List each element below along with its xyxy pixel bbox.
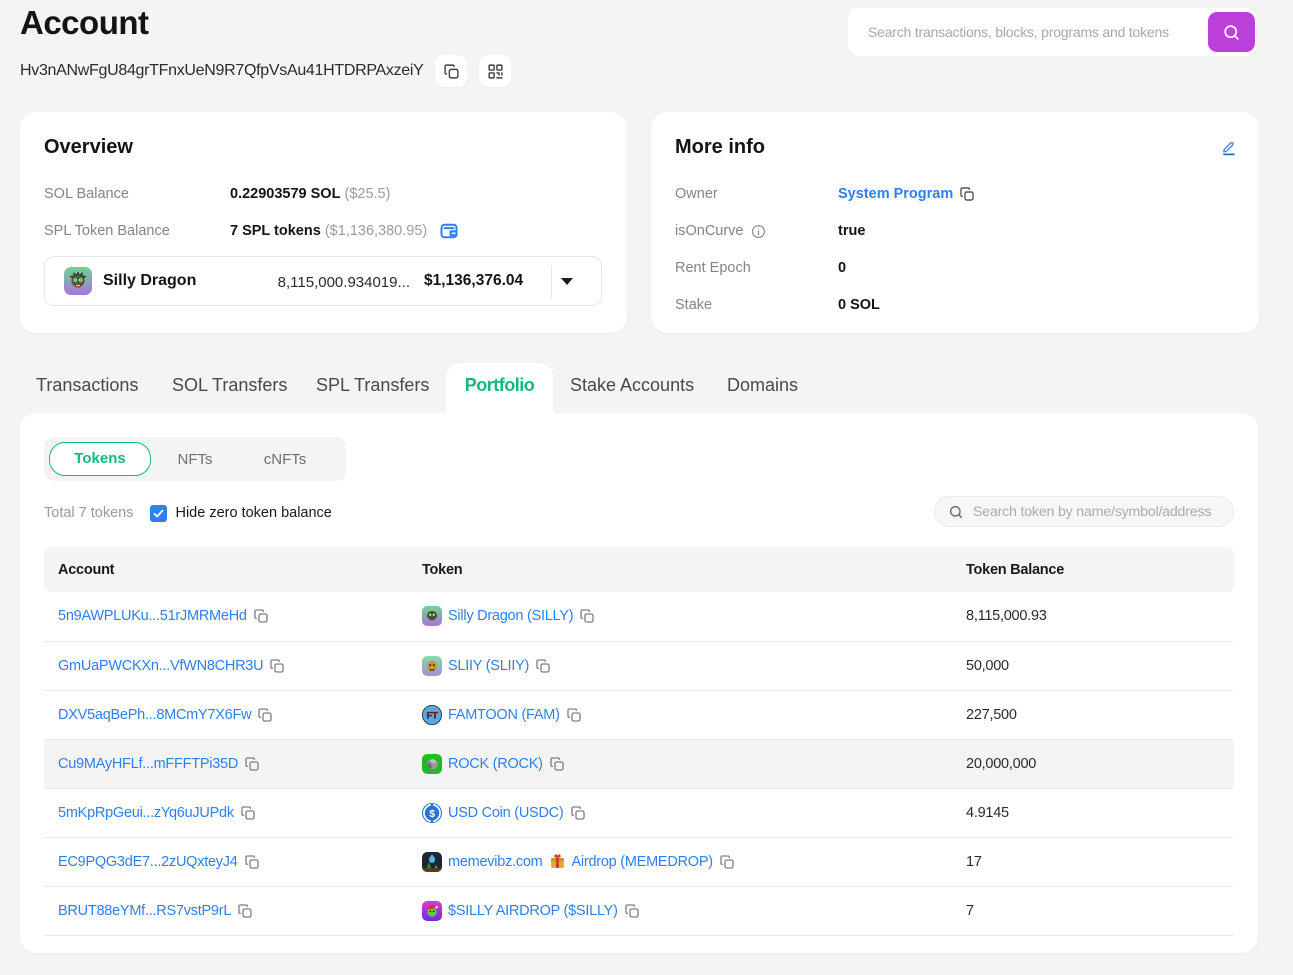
svg-text:FT: FT xyxy=(426,710,438,721)
svg-text:$: $ xyxy=(429,807,435,819)
